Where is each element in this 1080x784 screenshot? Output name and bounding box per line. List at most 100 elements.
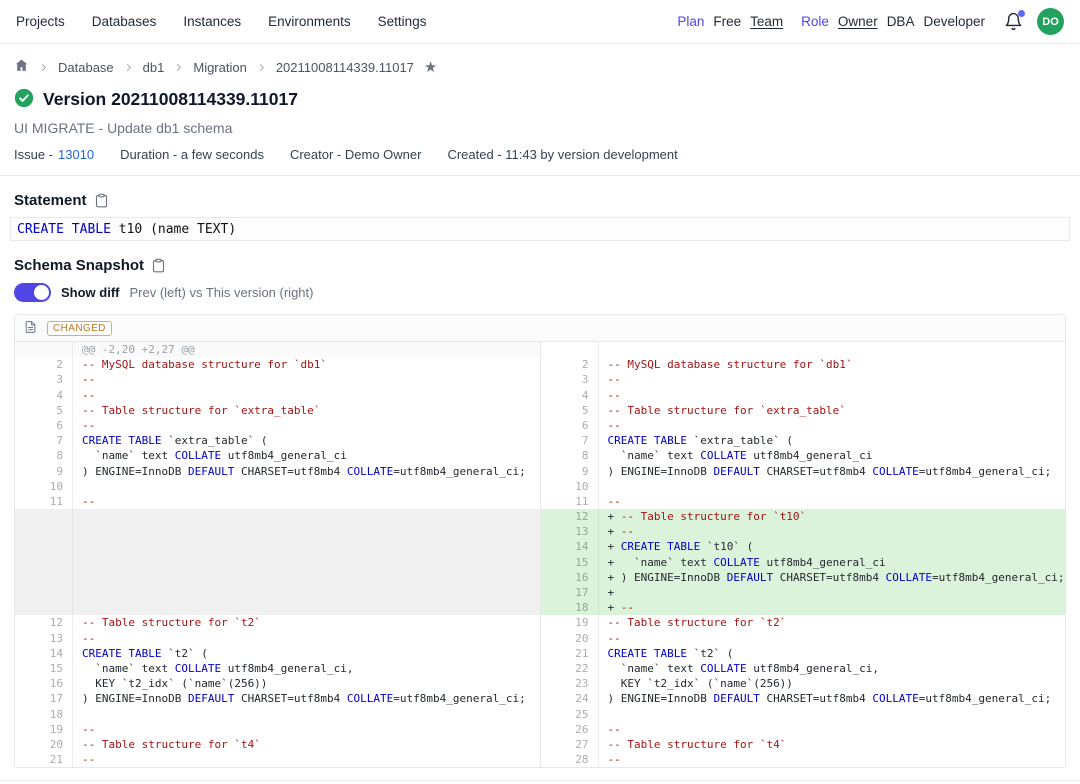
diff-cell-right: 26-- [541, 722, 1066, 737]
diff-body[interactable]: @@ -2,20 +2,27 @@2-- MySQL database stru… [15, 342, 1065, 767]
code-line: -- Table structure for `t4` [73, 737, 540, 752]
home-icon[interactable] [14, 58, 29, 76]
diff-row: 5-- Table structure for `extra_table`5--… [15, 403, 1065, 418]
breadcrumb-migration[interactable]: Migration [193, 60, 246, 75]
line-number [15, 585, 73, 600]
chevron-right-icon [123, 62, 134, 73]
diff-cell-right: 24) ENGINE=InnoDB DEFAULT CHARSET=utf8mb… [541, 691, 1066, 706]
code-line: -- [599, 388, 1066, 403]
line-number: 16 [541, 570, 599, 585]
diff-cell-right: 11-- [541, 494, 1066, 509]
diff-cell-left [15, 524, 541, 539]
line-number: 21 [15, 752, 73, 767]
line-number: 20 [15, 737, 73, 752]
breadcrumb-db1[interactable]: db1 [143, 60, 165, 75]
top-nav: Projects Databases Instances Environment… [0, 0, 1080, 44]
code-line: @@ -2,20 +2,27 @@ [73, 342, 540, 357]
diff-row: @@ -2,20 +2,27 @@ [15, 342, 1065, 357]
code-line: -- [599, 752, 1066, 767]
diff-cell-left [15, 509, 541, 524]
diff-row: 16+ ) ENGINE=InnoDB DEFAULT CHARSET=utf8… [15, 570, 1065, 585]
role-label[interactable]: Role [801, 14, 829, 29]
code-line [73, 585, 540, 600]
role-option-dba[interactable]: DBA [887, 14, 915, 29]
meta-issue: Issue -13010 [14, 147, 94, 162]
line-number: 18 [15, 707, 73, 722]
code-line: `name` text COLLATE utf8mb4_general_ci, [599, 661, 1066, 676]
line-number: 5 [541, 403, 599, 418]
role-option-developer[interactable]: Developer [923, 14, 985, 29]
plan-option-free[interactable]: Free [713, 14, 741, 29]
check-circle-icon [14, 88, 34, 111]
show-diff-hint: Prev (left) vs This version (right) [130, 285, 314, 300]
snapshot-heading: Schema Snapshot [14, 257, 144, 274]
diff-cell-left [15, 570, 541, 585]
diff-cell-left: 4-- [15, 388, 541, 403]
diff-cell-left: 15 `name` text COLLATE utf8mb4_general_c… [15, 661, 541, 676]
bell-icon[interactable] [1004, 12, 1024, 32]
star-icon[interactable]: ★ [424, 60, 437, 75]
code-line [73, 600, 540, 615]
code-line: -- [73, 418, 540, 433]
plan-label[interactable]: Plan [677, 14, 704, 29]
code-line: ) ENGINE=InnoDB DEFAULT CHARSET=utf8mb4 … [599, 691, 1066, 706]
diff-cell-right: 4-- [541, 388, 1066, 403]
code-line: `name` text COLLATE utf8mb4_general_ci [73, 448, 540, 463]
role-option-owner[interactable]: Owner [838, 14, 878, 29]
nav-item-projects[interactable]: Projects [16, 14, 65, 29]
code-line: -- MySQL database structure for `db1` [599, 357, 1066, 372]
line-number: 8 [15, 448, 73, 463]
main-nav: Projects Databases Instances Environment… [16, 14, 426, 29]
notification-dot [1018, 10, 1025, 17]
copy-icon[interactable] [151, 258, 166, 273]
diff-cell-right: 12+ -- Table structure for `t10` [541, 509, 1066, 524]
statement-section-header: Statement [14, 192, 1066, 209]
chevron-right-icon [173, 62, 184, 73]
diff-row: 15+ `name` text COLLATE utf8mb4_general_… [15, 555, 1065, 570]
line-number: 19 [15, 722, 73, 737]
line-number: 18 [541, 600, 599, 615]
line-number: 25 [541, 707, 599, 722]
nav-item-databases[interactable]: Databases [92, 14, 157, 29]
breadcrumb-database[interactable]: Database [58, 60, 114, 75]
chevron-right-icon [256, 62, 267, 73]
breadcrumb-version[interactable]: 20211008114339.11017 [276, 60, 414, 75]
code-line [73, 555, 540, 570]
diff-cell-left: 9) ENGINE=InnoDB DEFAULT CHARSET=utf8mb4… [15, 464, 541, 479]
diff-row: 1825 [15, 707, 1065, 722]
code-line: ) ENGINE=InnoDB DEFAULT CHARSET=utf8mb4 … [73, 464, 540, 479]
snapshot-section-header: Schema Snapshot [14, 257, 1066, 274]
line-number: 23 [541, 676, 599, 691]
diff-cell-left [15, 555, 541, 570]
show-diff-label: Show diff [61, 285, 120, 300]
copy-icon[interactable] [94, 193, 109, 208]
code-line: + `name` text COLLATE utf8mb4_general_ci [599, 555, 1066, 570]
diff-cell-left: 17) ENGINE=InnoDB DEFAULT CHARSET=utf8mb… [15, 691, 541, 706]
diff-row: 3--3-- [15, 372, 1065, 387]
diff-cell-right: 13+ -- [541, 524, 1066, 539]
code-line [73, 707, 540, 722]
diff-row: 19--26-- [15, 722, 1065, 737]
line-number: 22 [541, 661, 599, 676]
diff-cell-left: 12-- Table structure for `t2` [15, 615, 541, 630]
show-diff-toggle[interactable] [14, 283, 51, 302]
diff-cell-left: 11-- [15, 494, 541, 509]
diff-cell-left: 8 `name` text COLLATE utf8mb4_general_ci [15, 448, 541, 463]
code-line [73, 570, 540, 585]
nav-item-instances[interactable]: Instances [183, 14, 241, 29]
diff-row: 15 `name` text COLLATE utf8mb4_general_c… [15, 661, 1065, 676]
avatar[interactable]: DO [1037, 8, 1064, 35]
code-line: + [599, 585, 1066, 600]
diff-row: 9) ENGINE=InnoDB DEFAULT CHARSET=utf8mb4… [15, 464, 1065, 479]
nav-item-settings[interactable]: Settings [378, 14, 427, 29]
code-line: -- Table structure for `t2` [73, 615, 540, 630]
line-number: 10 [15, 479, 73, 494]
issue-link[interactable]: 13010 [58, 147, 94, 162]
nav-item-environments[interactable]: Environments [268, 14, 351, 29]
diff-row: 4--4-- [15, 388, 1065, 403]
line-number: 6 [541, 418, 599, 433]
diff-cell-left: 20-- Table structure for `t4` [15, 737, 541, 752]
diff-cell-left [15, 600, 541, 615]
plan-option-team[interactable]: Team [750, 14, 783, 29]
statement-box: CREATE TABLE t10 (name TEXT) [10, 217, 1070, 241]
